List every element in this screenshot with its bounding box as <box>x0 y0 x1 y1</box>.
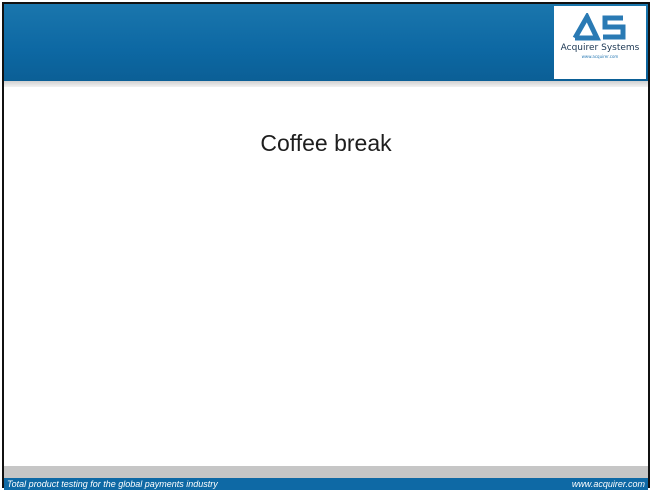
slide-title: Coffee break <box>260 130 392 156</box>
header-divider <box>4 81 648 87</box>
logo-url: www.acquirer.com <box>581 54 619 59</box>
logo-company-name: Acquirer Systems <box>560 43 640 53</box>
logo: Acquirer Systems www.acquirer.com <box>554 6 646 79</box>
footer-tagline: Total product testing for the global pay… <box>7 479 218 489</box>
footer-bar: Total product testing for the global pay… <box>4 478 648 490</box>
footer-website-link[interactable]: www.acquirer.com <box>572 478 645 490</box>
header-bar: Acquirer Systems www.acquirer.com <box>4 4 648 81</box>
as-logo-icon <box>572 13 626 41</box>
slide: Acquirer Systems www.acquirer.com Coffee… <box>2 2 650 490</box>
footer-divider <box>4 466 648 478</box>
